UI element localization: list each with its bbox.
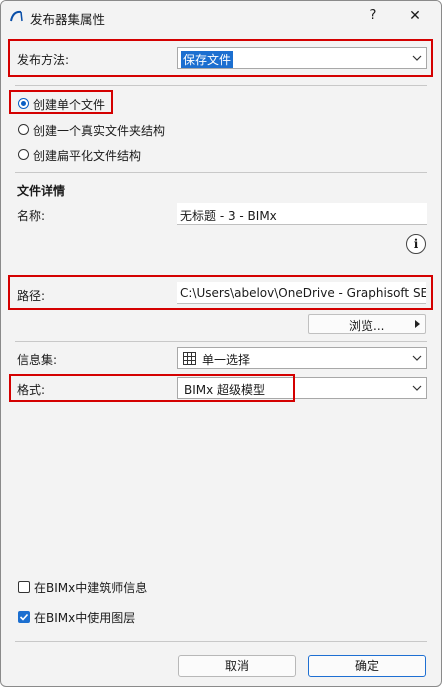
grid-icon (183, 352, 196, 365)
info-set-select[interactable]: 单一选择 (177, 347, 427, 369)
divider (15, 341, 427, 342)
info-icon[interactable]: i (406, 234, 426, 254)
highlight-format (9, 374, 295, 402)
checkmark-icon (19, 613, 29, 621)
chevron-down-icon (412, 355, 422, 361)
ok-button[interactable]: 确定 (308, 655, 426, 677)
browse-button[interactable]: 浏览... (308, 314, 426, 334)
radio-flat-structure[interactable] (18, 149, 29, 160)
dialog-window: 发布器集属性 ? ✕ 发布方法: 保存文件 创建单个文件 创建一个真实文件夹结构… (0, 0, 442, 687)
archicad-icon (10, 10, 23, 22)
use-layers-checkbox[interactable] (18, 611, 30, 623)
divider (15, 85, 427, 86)
radio-real-folder-label[interactable]: 创建一个真实文件夹结构 (33, 122, 165, 139)
arrow-right-icon (415, 320, 420, 328)
title-bar: 发布器集属性 ? ✕ (1, 1, 441, 31)
radio-real-folder[interactable] (18, 124, 29, 135)
info-set-label: 信息集: (17, 353, 58, 367)
browse-label: 浏览... (349, 319, 385, 333)
window-title: 发布器集属性 (30, 12, 106, 27)
chevron-down-icon (412, 385, 422, 391)
file-details-heading: 文件详情 (17, 184, 66, 198)
cancel-button[interactable]: 取消 (178, 655, 296, 677)
architect-info-checkbox[interactable] (18, 581, 30, 593)
use-layers-label[interactable]: 在BIMx中使用图层 (34, 609, 135, 626)
close-button[interactable]: ✕ (403, 6, 427, 26)
info-set-value: 单一选择 (202, 353, 251, 367)
highlight-path (8, 275, 433, 310)
highlight-publish-method (8, 39, 433, 77)
radio-flat-structure-label[interactable]: 创建扁平化文件结构 (33, 147, 141, 164)
highlight-single-file (9, 90, 113, 114)
divider (15, 641, 427, 642)
name-field[interactable]: 无标题 - 3 - BIMx (177, 203, 427, 225)
help-button[interactable]: ? (363, 6, 383, 26)
name-label: 名称: (17, 209, 46, 223)
name-value: 无标题 - 3 - BIMx (180, 209, 277, 223)
divider (15, 172, 427, 173)
architect-info-label[interactable]: 在BIMx中建筑师信息 (34, 579, 147, 596)
